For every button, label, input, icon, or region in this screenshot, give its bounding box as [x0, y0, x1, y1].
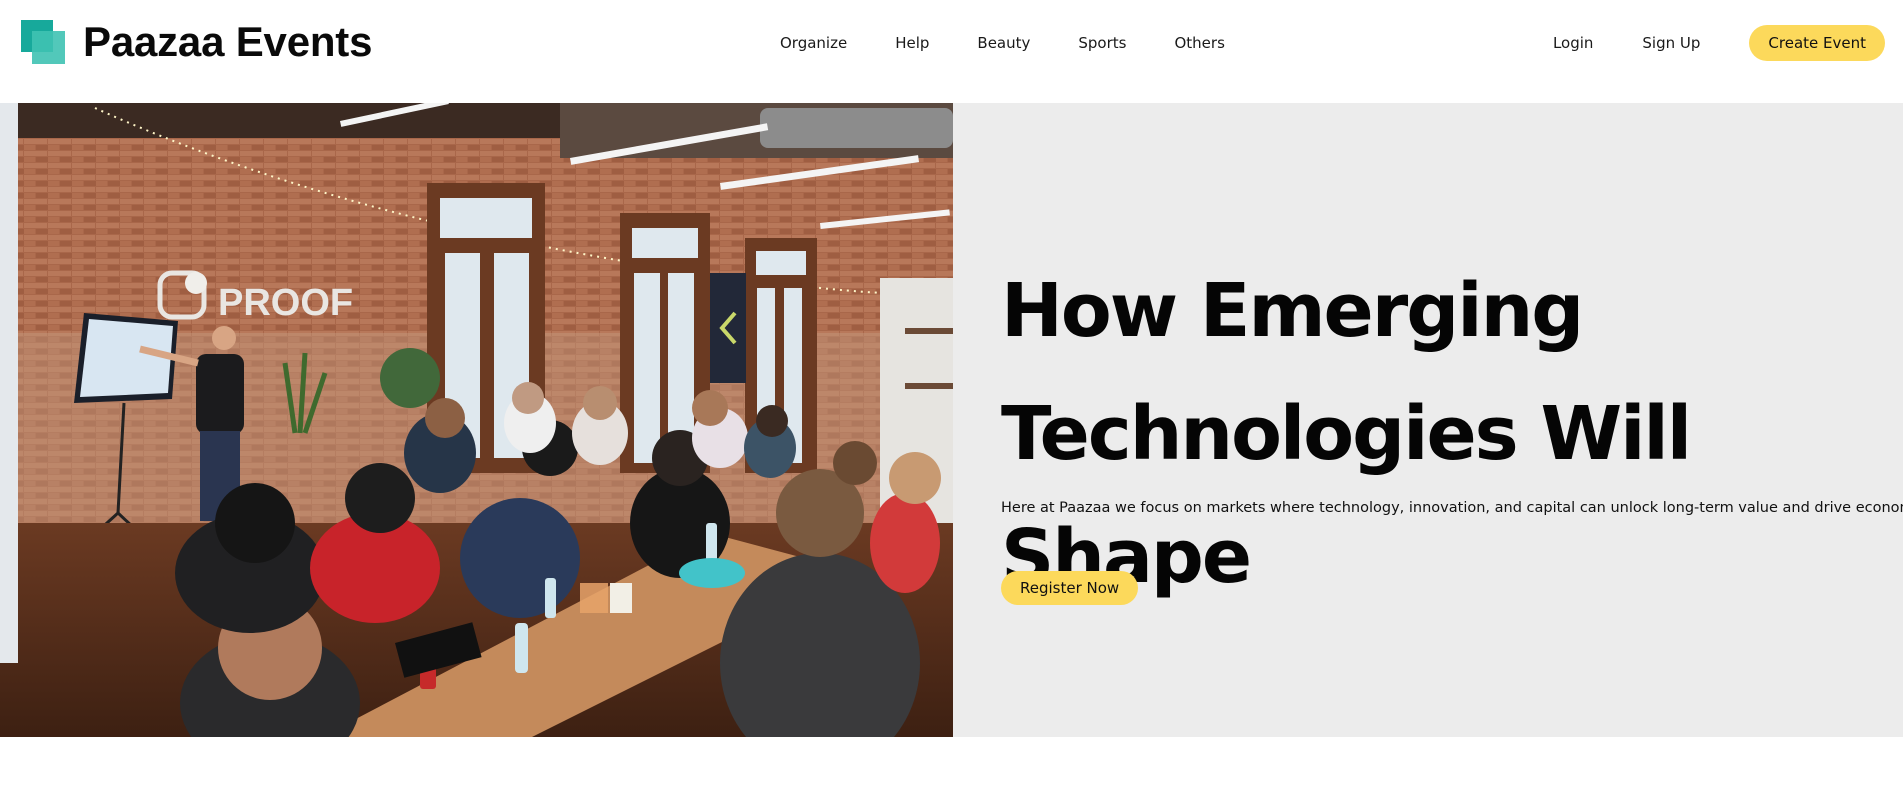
create-event-button[interactable]: Create Event — [1749, 25, 1885, 61]
hero-title: How Emerging Technologies Will Shape — [1001, 250, 1881, 619]
proof-sign-text: PROOF — [218, 282, 353, 324]
nav-link-others[interactable]: Others — [1174, 31, 1224, 55]
stacked-squares-logo-icon — [21, 20, 65, 64]
auth-nav: Login Sign Up Create Event — [1553, 25, 1885, 61]
hero-section: PROOF How Emerging Technologies Will Sha… — [0, 103, 1903, 737]
nav-link-organize[interactable]: Organize — [780, 31, 847, 55]
top-navigation-bar: Paazaa Events Organize Help Beauty Sport… — [0, 0, 1903, 103]
main-nav: Organize Help Beauty Sports Others — [780, 31, 1225, 55]
signup-link[interactable]: Sign Up — [1642, 31, 1700, 55]
register-now-button[interactable]: Register Now — [1001, 571, 1139, 605]
nav-link-sports[interactable]: Sports — [1078, 31, 1126, 55]
brand[interactable]: Paazaa Events — [21, 20, 372, 64]
nav-link-help[interactable]: Help — [895, 31, 929, 55]
nav-link-beauty[interactable]: Beauty — [977, 31, 1030, 55]
hero-text-panel: How Emerging Technologies Will Shape Her… — [953, 103, 1903, 737]
hero-event-photo: PROOF — [0, 103, 953, 737]
hero-description: Here at Paazaa we focus on markets where… — [1001, 500, 1903, 516]
login-link[interactable]: Login — [1553, 31, 1593, 55]
hero-title-line-1: How Emerging — [1001, 268, 1584, 354]
brand-name: Paazaa Events — [83, 18, 373, 65]
